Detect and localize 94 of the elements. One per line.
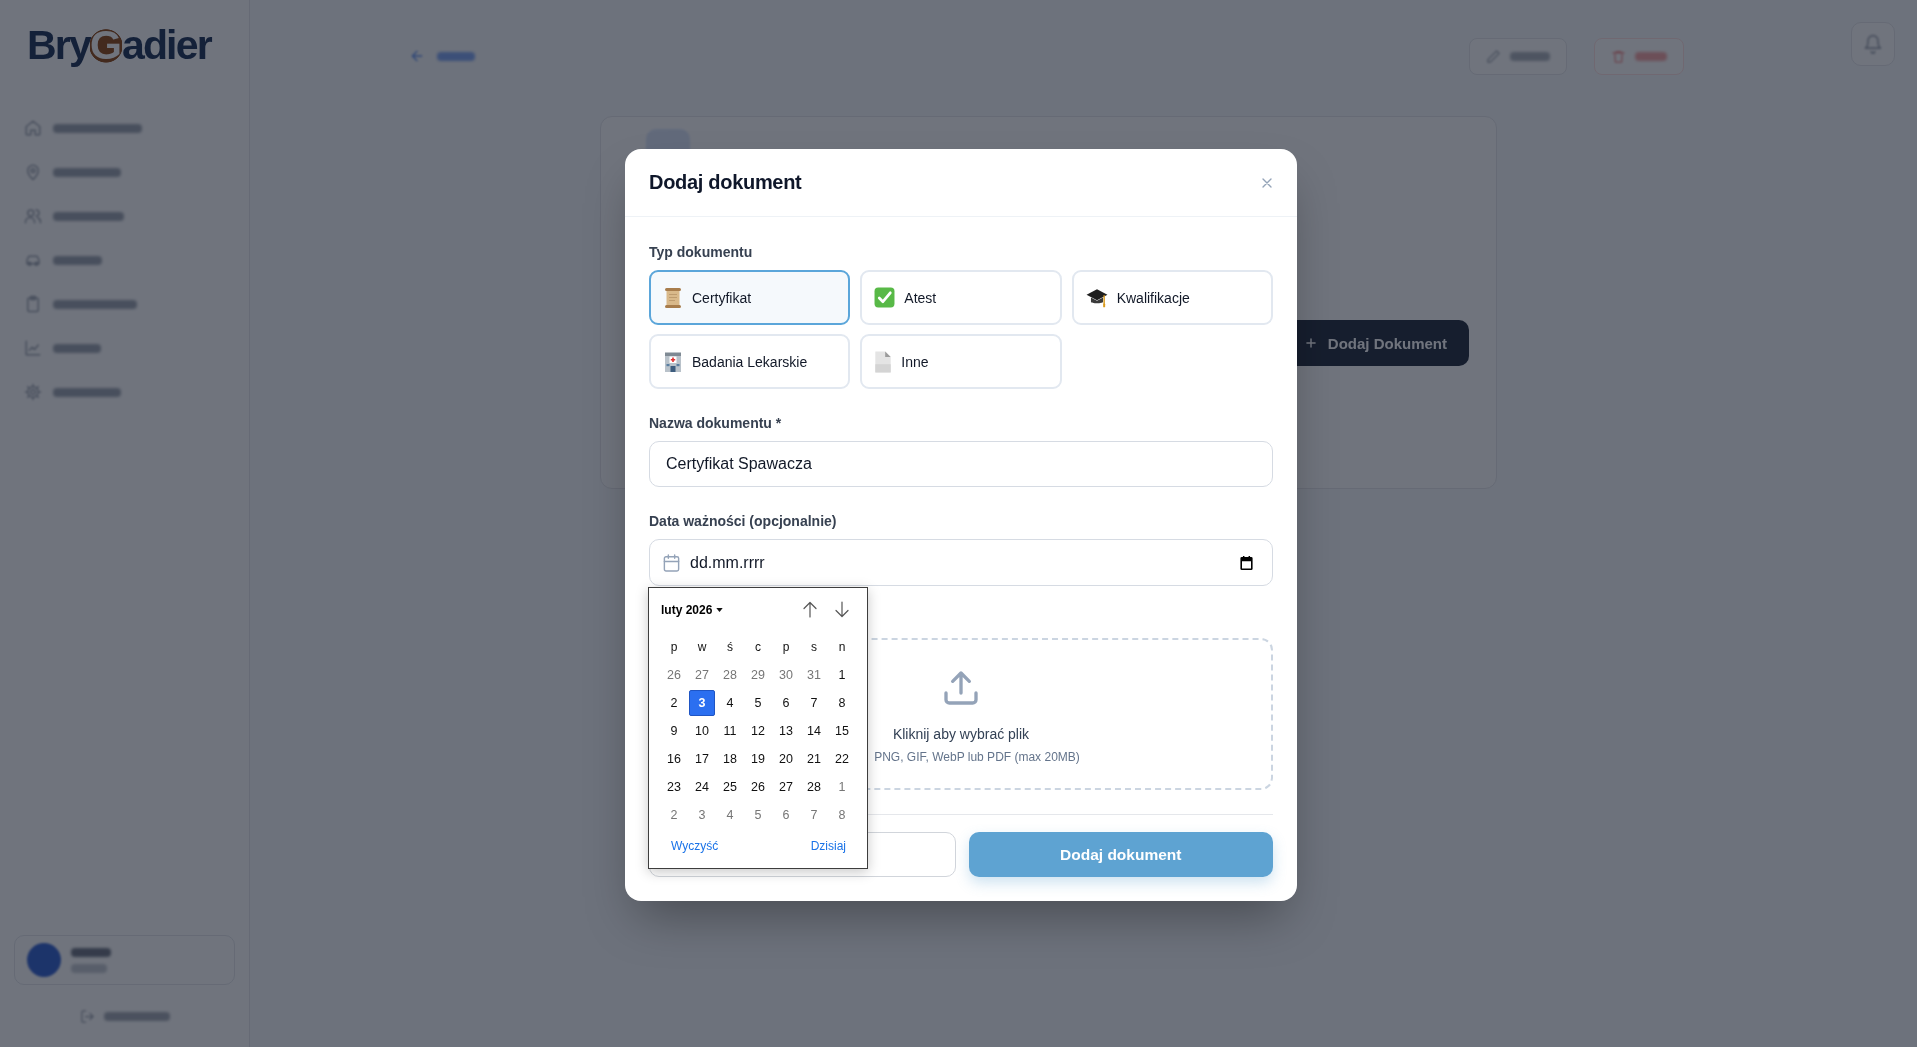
calendar-day[interactable]: 20	[773, 746, 799, 772]
calendar-day[interactable]: 7	[801, 802, 827, 828]
calendar-day[interactable]: 17	[689, 746, 715, 772]
users-icon	[24, 207, 42, 225]
check-mark-icon	[874, 287, 896, 308]
text-placeholder	[1510, 51, 1550, 61]
calendar-day[interactable]: 10	[689, 718, 715, 744]
toolbar-button[interactable]	[1594, 37, 1684, 75]
document-type-option[interactable]: Badania Lekarskie	[649, 334, 851, 389]
calendar-day[interactable]: 8	[829, 802, 855, 828]
field-label: Nazwa dokumentu *	[649, 414, 783, 433]
text-placeholder	[53, 343, 101, 353]
text-placeholder	[53, 211, 124, 221]
upload-icon	[941, 668, 981, 708]
text-placeholder	[437, 51, 475, 61]
calendar-day[interactable]: 12	[745, 718, 771, 744]
text-placeholder	[53, 167, 121, 177]
calendar-day[interactable]: 7	[801, 690, 827, 716]
calendar-day[interactable]: 1	[829, 662, 855, 688]
calendar-day[interactable]: 2	[661, 802, 687, 828]
text-placeholder	[1635, 51, 1667, 61]
toolbar-button[interactable]	[1469, 37, 1567, 75]
field-label: Data ważności (opcjonalnie)	[649, 512, 838, 531]
text-input[interactable]: Certyfikat Spawacza	[649, 441, 1273, 487]
plus-icon	[1303, 336, 1318, 350]
upload-hint: PNG, GIF, WebP lub PDF (max 20MB)	[874, 750, 1080, 765]
calendar-day[interactable]: 15	[829, 718, 855, 744]
calendar-day[interactable]: 13	[773, 718, 799, 744]
document-type-option[interactable]: Inne	[860, 334, 1062, 389]
avatar-icon	[27, 943, 61, 977]
hospital-icon	[663, 350, 683, 373]
calendar-day[interactable]: 14	[801, 718, 827, 744]
calendar-day[interactable]: 19	[745, 746, 771, 772]
calendar-day[interactable]: 28	[717, 662, 743, 688]
weekday-label: p	[670, 640, 678, 654]
calendar-day[interactable]: 18	[717, 746, 743, 772]
calendar-day[interactable]: 3	[689, 802, 715, 828]
calendar-day[interactable]: 26	[661, 662, 687, 688]
text-placeholder	[103, 1011, 170, 1021]
upload-title: Kliknij aby wybrać plik	[892, 726, 1030, 743]
document-type-option[interactable]: Certyfikat	[649, 270, 851, 325]
document-type-option[interactable]: Atest	[860, 270, 1062, 325]
arrow-left-icon	[409, 48, 425, 64]
calendar-day[interactable]: 29	[745, 662, 771, 688]
calendar-day[interactable]: 11	[717, 718, 743, 744]
modal-title: Dodaj dokument	[649, 171, 802, 194]
scroll-icon	[663, 286, 683, 309]
text-placeholder	[53, 387, 121, 397]
calendar-icon	[662, 553, 681, 572]
calendar-day[interactable]: 2	[661, 690, 687, 716]
weekday-label: p	[782, 640, 790, 654]
text-placeholder	[71, 947, 111, 957]
graduation-cap-icon	[1085, 287, 1108, 308]
text-placeholder	[71, 963, 107, 973]
map-pin-icon	[24, 163, 42, 181]
notification-button[interactable]	[1851, 22, 1895, 66]
chart-icon	[24, 339, 42, 357]
calendar-day[interactable]: 3	[689, 690, 715, 716]
arrow-down-icon[interactable]	[834, 601, 850, 618]
calendar-day[interactable]: 6	[773, 690, 799, 716]
weekday-label: w	[697, 640, 707, 654]
calendar-day[interactable]: 30	[773, 662, 799, 688]
calendar-day[interactable]: 22	[829, 746, 855, 772]
calendar-day[interactable]: 4	[717, 802, 743, 828]
calendar-day[interactable]: 16	[661, 746, 687, 772]
caret-icon	[716, 607, 724, 612]
field-label: Typ dokumentu	[649, 243, 754, 262]
calendar-day[interactable]: 31	[801, 662, 827, 688]
link-button[interactable]: Dzisiaj	[810, 838, 846, 853]
settings-icon	[24, 383, 42, 401]
calendar-icon[interactable]	[1239, 555, 1254, 570]
clipboard-icon	[24, 295, 42, 313]
document-icon	[874, 350, 893, 373]
text-placeholder	[53, 255, 102, 265]
bell-icon	[1863, 34, 1883, 54]
arrow-up-icon[interactable]	[802, 601, 818, 618]
weekday-label: ś	[727, 640, 733, 654]
calendar-day[interactable]: 9	[661, 718, 687, 744]
weekday-label: s	[811, 640, 817, 654]
document-type-option[interactable]: Kwalifikacje	[1071, 270, 1273, 325]
calendar-day[interactable]: 8	[829, 690, 855, 716]
calendar-day[interactable]: 27	[689, 662, 715, 688]
weekday-label: n	[838, 640, 846, 654]
link-button[interactable]: Wyczyść	[671, 838, 719, 853]
month-select[interactable]: luty 2026	[661, 602, 724, 617]
calendar-day[interactable]: 5	[745, 690, 771, 716]
weekday-label: c	[755, 640, 761, 654]
calendar-day[interactable]: 21	[801, 746, 827, 772]
logout-icon	[79, 1008, 95, 1024]
date-input[interactable]: dd.mm.rrrr	[649, 539, 1273, 586]
calendar-day[interactable]: 4	[717, 690, 743, 716]
calendar-day[interactable]: 6	[773, 802, 799, 828]
calendar-day[interactable]: 5	[745, 802, 771, 828]
trash-icon	[1611, 48, 1626, 64]
